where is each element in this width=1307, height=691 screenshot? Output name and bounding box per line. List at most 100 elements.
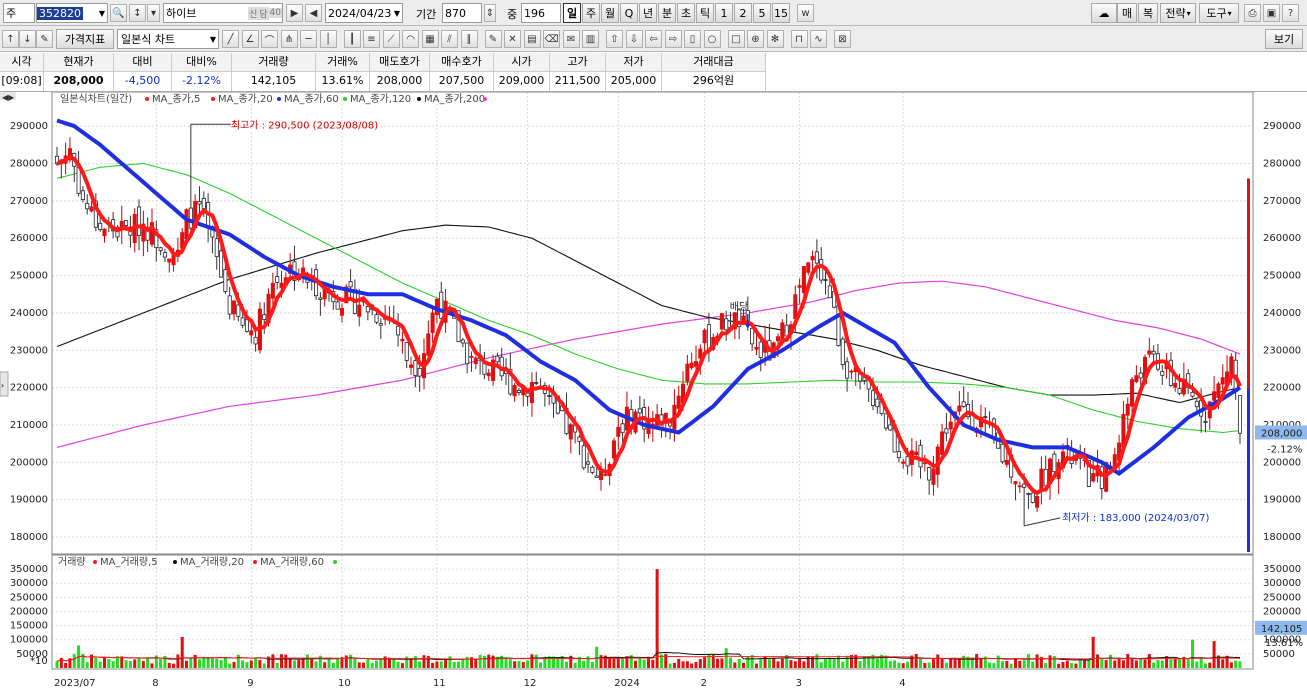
legend-dot [483,97,487,101]
vline-icon[interactable]: │ [319,30,337,48]
strategy-button[interactable]: 전략 ▾ [1160,3,1196,23]
timeframe-11[interactable]: 15 [772,3,790,23]
arrow-down-move-icon[interactable]: ⇩ [625,30,643,48]
help-icon[interactable]: ? [1282,4,1299,22]
sort-icon[interactable]: ↕ [129,4,146,22]
arc-icon[interactable]: ⌒ [261,30,278,48]
y-tick-label-left: 250000 [10,271,48,282]
arrow-up-icon[interactable]: ↑ [2,30,19,48]
count-input[interactable]: 196 [521,3,561,23]
arrow-left-move-icon[interactable]: ⇦ [645,30,662,48]
search-icon[interactable]: 🔍 [110,4,127,22]
edit-icon[interactable]: ✎ [36,30,53,48]
date-input[interactable]: 2024/04/23 ▼ [325,3,403,23]
volume-bar [526,660,530,668]
stock-chart[interactable]: ◀▶180000 180000190000 190000200000 20000021… [0,91,1307,689]
candle-body [223,269,228,292]
market-type-select[interactable]: 주 [3,3,35,23]
print-icon[interactable]: ⎙ [1244,4,1261,22]
view-button[interactable]: 보기 [1265,29,1303,49]
circle-icon[interactable]: ○ [703,30,721,48]
spin-icon[interactable]: ⇕ [484,4,496,22]
stock-code-input[interactable]: 352820 ▼ [36,3,108,23]
timeframe-3[interactable]: Q [620,3,638,23]
hline-icon[interactable]: ─ [300,30,317,48]
fib-fan-icon[interactable]: ⟋ [382,30,400,48]
volume-bar [482,655,486,668]
quote-header: 매도호가 [370,53,430,72]
chevron-down-icon[interactable]: ▼ [99,9,107,18]
chart-type-value: 일본식 차트 [121,33,176,46]
vlines-icon[interactable]: ┃ [343,30,361,48]
angle-icon[interactable]: ∠ [241,30,259,48]
play-right-icon[interactable]: ▶ [286,4,303,22]
chart-type-select[interactable]: 일본식 차트 ▼ [117,29,219,49]
copy-button[interactable]: 복 [1138,3,1158,23]
volume-bar [724,648,728,668]
play-left-icon[interactable]: ◀ [305,4,322,22]
line-icon[interactable]: ╱ [222,30,239,48]
note-icon[interactable]: ✉ [562,30,580,48]
volume-bar [431,662,435,668]
period-input[interactable]: 870 [442,3,482,23]
chevron-down-icon[interactable]: ▼ [210,35,218,44]
volume-bar [478,654,482,668]
arrow-up-move-icon[interactable]: ⇧ [606,30,623,48]
square-icon[interactable]: □ [727,30,745,48]
tools-button[interactable]: 도구 ▾ [1199,3,1239,23]
volume-bar [94,657,98,668]
rect-fill-icon[interactable]: ▤ [523,30,541,48]
channel-icon[interactable]: ⫽ [441,30,458,48]
cross-icon[interactable]: ✕ [504,30,521,48]
buy-button[interactable]: 매 [1117,3,1137,23]
candle-shape-icon[interactable]: ⊓ [790,30,808,48]
pencil-icon[interactable]: ✎ [484,30,502,48]
timeframe-9[interactable]: 2 [734,3,752,23]
candle-body [89,206,94,212]
price-indicator-button[interactable]: 가격지표 [56,29,114,49]
page-icon[interactable]: ▯ [684,30,701,48]
timeframe-label: 틱 [699,7,711,20]
candle-body [1151,350,1156,355]
fib-retrace-icon[interactable]: ≡ [363,30,380,48]
arrow-down-icon[interactable]: ↓ [19,30,36,48]
fib-arc-icon[interactable]: ◠ [402,30,419,48]
timeframe-7[interactable]: 틱 [696,3,714,23]
timeframe-2[interactable]: 월 [601,3,619,23]
timeframe-6[interactable]: 초 [677,3,695,23]
y-tick-label-right: 270000 [1263,196,1301,207]
timeframe-0[interactable]: 일 [563,3,581,23]
timeframe-8[interactable]: 1 [715,3,733,23]
delete-icon[interactable]: ⊠ [834,30,851,48]
x-tick-label: 8 [152,678,158,688]
chart-area[interactable]: ◀▶ 180000 180000 190000 190000 200000 200000 21… [0,91,1307,689]
volume-bar [1061,661,1065,668]
timeframe-1[interactable]: 주 [582,3,600,23]
candle-body [201,197,206,209]
wave-icon[interactable]: w [797,4,814,22]
chevron-down-icon[interactable]: ▼ [394,9,402,18]
volume-bar [362,662,366,668]
parallel-icon[interactable]: ∥ [460,30,478,48]
chevron-down-icon[interactable]: ▾ [147,4,160,22]
grid-icon[interactable]: ▥ [582,30,599,48]
quote-value: 208,000 [44,72,114,91]
candle-body [827,285,832,299]
save-icon[interactable]: ▣ [1263,4,1280,22]
candle-body [810,256,815,261]
stock-name-field[interactable]: 하이브 신 담 40 [163,3,283,23]
arrow-right-move-icon[interactable]: ⇨ [664,30,682,48]
pitchfork-icon[interactable]: ⋔ [280,30,298,48]
wave-shape-icon[interactable]: ∿ [810,30,827,48]
settings-icon[interactable]: ✻ [766,30,784,48]
volume-bar [1186,658,1190,668]
volume-bar [262,663,266,668]
timeframe-4[interactable]: 년 [639,3,657,23]
volume-bar [642,659,646,668]
timeframe-10[interactable]: 5 [753,3,771,23]
eraser-icon[interactable]: ⌫ [543,30,560,48]
gann-icon[interactable]: ▦ [421,30,439,48]
zoom-icon[interactable]: ⊕ [747,30,764,48]
cloud-icon[interactable]: ☁ [1091,3,1117,23]
timeframe-5[interactable]: 분 [658,3,676,23]
